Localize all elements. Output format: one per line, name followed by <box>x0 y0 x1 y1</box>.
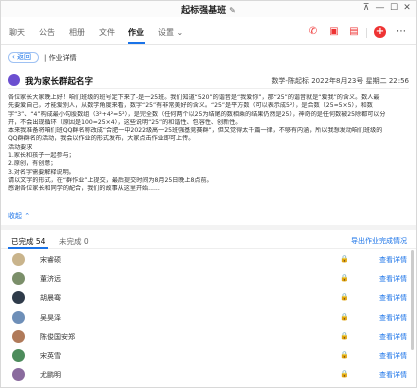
export-button[interactable]: 导出作业完成情况 <box>351 236 407 246</box>
student-name: 陈俊国安郑 <box>40 332 75 341</box>
lock-icon: 🔒 <box>340 274 349 283</box>
tab-chat[interactable]: 聊天 <box>9 27 25 38</box>
avatar <box>12 272 25 286</box>
content-line: 各位家长大家晚上好！咱们班级的班号定下来了-是一25班。我们知道“520”的谐音… <box>8 94 380 101</box>
toolbar-divider <box>366 28 367 38</box>
avatar <box>12 329 25 343</box>
content-line: 感谢各位家长和同学的配合，我们的故事从这里开始...... <box>8 185 160 193</box>
content-line: 请以文字的形式，在“群作业”上提交，最后提交时间为8月25日晚上8点前。 <box>8 176 213 184</box>
avatar <box>12 310 25 324</box>
view-details-link[interactable]: 查看详情 <box>379 313 407 323</box>
completion-tab-indicator <box>8 247 48 249</box>
content-line: 开，不会出现循环（原因是100=25×4），这些说明“25”的和谐性、包容性、创… <box>8 118 242 126</box>
edit-icon[interactable]: ✎ <box>229 6 236 15</box>
pending-label: 未完成 <box>59 237 82 246</box>
phone-icon[interactable]: ✆ <box>307 26 319 38</box>
view-details-link[interactable]: 查看详情 <box>379 351 407 361</box>
content-line: 1.家长和孩子一起参与； <box>8 152 75 160</box>
chevron-down-icon: ⌄ <box>176 28 184 37</box>
avatar <box>12 291 25 305</box>
homework-content: 各位家长大家晚上好！咱们班级的班号定下来了-是一25班。我们知道“520”的谐音… <box>8 94 407 194</box>
tab-settings-label: 设置 <box>158 28 174 37</box>
breadcrumb-current-label: 作业详情 <box>48 54 77 62</box>
maximize-icon[interactable]: ☐ <box>388 2 400 14</box>
content-line: 活动要求 <box>8 143 33 151</box>
view-details-link[interactable]: 查看详情 <box>379 255 407 265</box>
lock-icon: 🔒 <box>340 293 349 302</box>
pending-count: 0 <box>83 237 89 246</box>
title-bar: 起标强基班 ✎ ⊼ — ☐ ✕ <box>1 1 416 17</box>
avatar <box>12 368 25 382</box>
tab-homework[interactable]: 作业 <box>128 27 144 38</box>
student-name: 尤鹏明 <box>40 371 61 380</box>
list-item[interactable]: 宋英雪 🔒 查看详情 <box>1 346 407 365</box>
completion-tabs: 已完成 54 未完成 0 导出作业完成情况 <box>1 233 416 249</box>
back-button[interactable]: ‹ 返回 <box>8 52 39 63</box>
view-details-link[interactable]: 查看详情 <box>379 293 407 303</box>
tab-completed[interactable]: 已完成 54 <box>11 236 45 247</box>
lock-icon: 🔒 <box>340 350 349 359</box>
completed-count: 54 <box>35 237 46 246</box>
homework-meta: 数学-陈起标 2022年8月23号 星期二 22:56 <box>271 77 409 85</box>
list-item[interactable]: 吴昊泽 🔒 查看详情 <box>1 308 407 327</box>
completed-label: 已完成 <box>11 237 34 246</box>
homework-icon <box>8 74 20 86</box>
tab-album[interactable]: 相册 <box>69 27 85 38</box>
list-item[interactable]: 胡晨骞 🔒 查看详情 <box>1 288 407 307</box>
lock-icon: 🔒 <box>340 370 349 379</box>
window-title-wrap: 起标强基班 ✎ <box>1 3 416 16</box>
student-list: 宋睿硕 🔒 查看详情 董济远 🔒 查看详情 胡晨骞 🔒 查看详情 吴昊泽 🔒 查… <box>1 250 407 384</box>
lock-icon: 🔒 <box>340 331 349 340</box>
view-details-link[interactable]: 查看详情 <box>379 370 407 380</box>
tab-announcement[interactable]: 公告 <box>39 27 55 38</box>
avatar <box>12 253 25 266</box>
screen-share-icon[interactable]: ▤ <box>348 26 360 38</box>
avatar <box>12 348 25 362</box>
scrollbar[interactable] <box>411 250 414 350</box>
collapse-button[interactable]: 收起 ⌃ <box>8 211 30 221</box>
content-line: 3.对名字需要解释说明。 <box>8 168 75 176</box>
active-tab-indicator <box>128 42 145 44</box>
section-divider <box>1 225 416 230</box>
content-line: 本来我准备将咱们班QQ群名称改成“合肥一中2022级高一25班强基竞赛群”，但又… <box>8 127 383 135</box>
list-item[interactable]: 董济远 🔒 查看详情 <box>1 269 407 288</box>
window-title: 起标强基班 <box>181 6 227 16</box>
back-label: 返回 <box>17 53 32 61</box>
add-icon[interactable]: + <box>374 26 386 38</box>
tab-settings[interactable]: 设置 ⌄ <box>158 27 183 38</box>
view-details-link[interactable]: 查看详情 <box>379 274 407 284</box>
student-name: 胡晨骞 <box>40 294 61 303</box>
more-icon[interactable]: ⋯ <box>395 26 407 38</box>
list-item[interactable]: 尤鹏明 🔒 查看详情 <box>1 365 407 384</box>
homework-header: 我为家长群起名字 数学-陈起标 2022年8月23号 星期二 22:56 <box>8 73 409 89</box>
video-icon[interactable]: ▣ <box>328 26 340 38</box>
list-item[interactable]: 宋睿硕 🔒 查看详情 <box>1 250 407 269</box>
content-line: 先要爱自己，才能爱别人，从数学角度来看，数字“25”有非常美好的含义。“25”是… <box>8 102 373 110</box>
pin-icon[interactable]: ⊼ <box>360 2 372 14</box>
student-name: 董济远 <box>40 275 61 284</box>
view-details-link[interactable]: 查看详情 <box>379 332 407 342</box>
content-line: QQ群群名的活动，我会以作业的形式发布，大家点击作业即可上传。 <box>8 135 195 143</box>
lock-icon: 🔒 <box>340 255 349 263</box>
student-name: 吴昊泽 <box>40 313 61 322</box>
content-line: 2.原创，有创意； <box>8 160 57 168</box>
chevron-left-icon: ‹ <box>12 53 15 61</box>
tab-files[interactable]: 文件 <box>99 27 115 38</box>
tab-pending[interactable]: 未完成 0 <box>59 236 89 247</box>
group-tab-bar: 聊天 公告 相册 文件 作业 设置 ⌄ ✆ ▣ ▤ + ⋯ <box>1 23 416 45</box>
student-name: 宋睿硕 <box>40 256 61 264</box>
breadcrumb-current: | 作业详情 <box>44 54 77 62</box>
student-name: 宋英雪 <box>40 351 61 360</box>
content-line: 字“3”、“4”构成最小勾股数组（3²+4²=5²），是完全数（任何两个以25为… <box>8 110 386 118</box>
lock-icon: 🔒 <box>340 312 349 321</box>
list-item[interactable]: 陈俊国安郑 🔒 查看详情 <box>1 327 407 346</box>
minimize-icon[interactable]: — <box>374 2 386 14</box>
app-window: 起标强基班 ✎ ⊼ — ☐ ✕ 聊天 公告 相册 文件 作业 设置 ⌄ ✆ ▣ ▤… <box>0 0 417 388</box>
homework-title: 我为家长群起名字 <box>25 77 94 87</box>
close-icon[interactable]: ✕ <box>401 2 413 14</box>
